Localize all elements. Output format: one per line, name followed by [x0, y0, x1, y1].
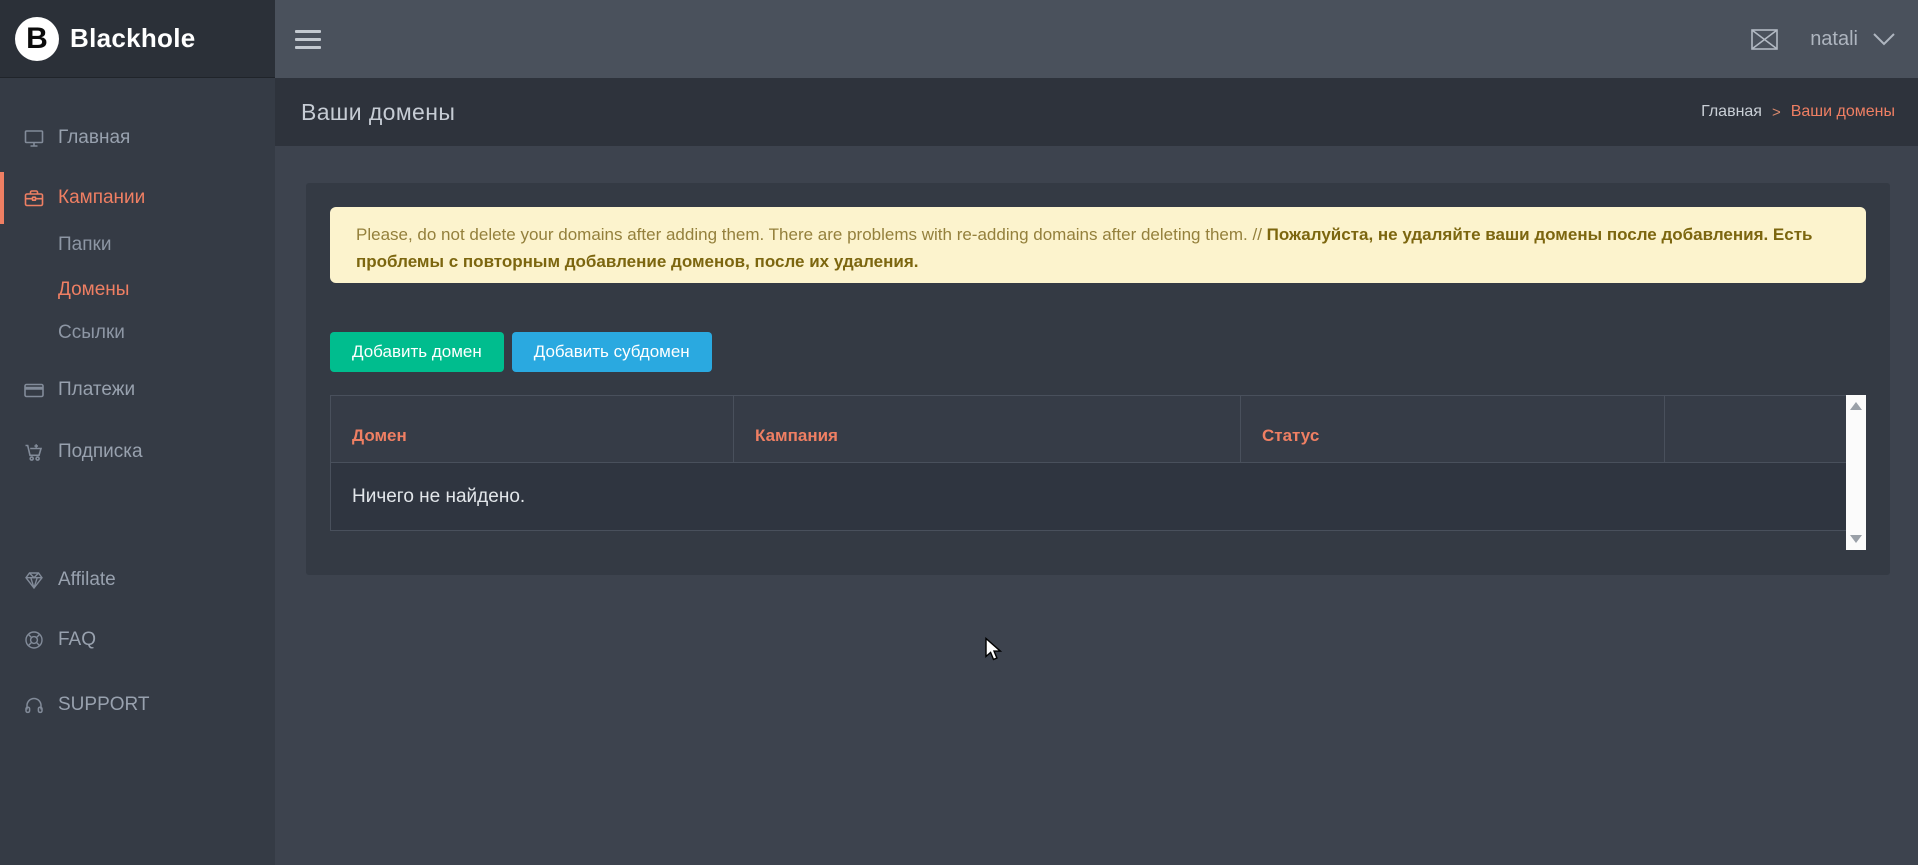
- domains-table: Домен Кампания Статус Ничего не найдено.: [330, 395, 1847, 531]
- brand-name: Blackhole: [70, 23, 196, 54]
- sidebar-item-domains[interactable]: Домены: [0, 270, 275, 310]
- username: natali: [1810, 28, 1858, 51]
- sidebar-item-label: Папки: [58, 234, 111, 256]
- sidebar-item-label: Кампании: [58, 187, 145, 209]
- sidebar-item-support[interactable]: SUPPORT: [0, 685, 275, 725]
- alert-text-en: Please, do not delete your domains after…: [356, 225, 1252, 244]
- app-root: B Blackhole Главная Кампании Папки Домен…: [0, 0, 1918, 865]
- breadcrumb-home-link[interactable]: Главная: [1701, 103, 1762, 121]
- sidebar-item-label: Affilate: [58, 569, 116, 591]
- sidebar-item-payments[interactable]: Платежи: [0, 370, 275, 410]
- content-card: Please, do not delete your domains after…: [306, 183, 1890, 575]
- briefcase-icon: [23, 187, 45, 209]
- column-header-campaign: Кампания: [734, 396, 1241, 463]
- warning-alert: Please, do not delete your domains after…: [330, 207, 1866, 283]
- topnav-right: natali: [1751, 0, 1896, 78]
- mouse-cursor: [984, 637, 1006, 663]
- headphones-icon: [23, 694, 45, 716]
- sidebar-item-label: SUPPORT: [58, 694, 150, 716]
- alert-separator: //: [1252, 225, 1266, 244]
- domains-table-wrap: Домен Кампания Статус Ничего не найдено.: [330, 395, 1866, 550]
- table-row: Ничего не найдено.: [331, 463, 1847, 531]
- brand-logo[interactable]: B Blackhole: [0, 0, 275, 78]
- mail-icon[interactable]: [1751, 29, 1778, 50]
- add-subdomain-button[interactable]: Добавить субдомен: [512, 332, 712, 372]
- table-scrollbar[interactable]: [1846, 395, 1866, 550]
- breadcrumb: Главная > Ваши домены: [1701, 103, 1895, 121]
- scroll-down-arrow-icon[interactable]: [1850, 535, 1862, 543]
- hamburger-icon[interactable]: [295, 25, 321, 53]
- add-domain-button[interactable]: Добавить домен: [330, 332, 504, 372]
- chevron-down-icon: [1872, 32, 1896, 46]
- sidebar-item-affiliate[interactable]: Affilate: [0, 560, 275, 600]
- breadcrumb-separator: >: [1772, 104, 1781, 121]
- column-header-domain: Домен: [331, 396, 734, 463]
- top-navbar: natali: [275, 0, 1918, 78]
- sidebar-item-folders[interactable]: Папки: [0, 225, 275, 265]
- page-header: Ваши домены Главная > Ваши домены: [275, 78, 1918, 146]
- sidebar-item-faq[interactable]: FAQ: [0, 620, 275, 660]
- sidebar-item-label: Платежи: [58, 379, 135, 401]
- breadcrumb-current: Ваши домены: [1791, 103, 1895, 121]
- button-row: Добавить домен Добавить субдомен: [330, 332, 1866, 372]
- sidebar-item-home[interactable]: Главная: [0, 118, 275, 158]
- sidebar: B Blackhole Главная Кампании Папки Домен…: [0, 0, 275, 865]
- sidebar-item-links[interactable]: Ссылки: [0, 313, 275, 353]
- credit-card-icon: [23, 379, 45, 401]
- sidebar-item-label: Ссылки: [58, 322, 125, 344]
- sidebar-item-label: FAQ: [58, 629, 96, 651]
- monitor-icon: [23, 127, 45, 149]
- cart-plus-icon: [23, 441, 45, 463]
- lifebuoy-icon: [23, 629, 45, 651]
- table-header-row: Домен Кампания Статус: [331, 396, 1847, 463]
- sidebar-item-label: Подписка: [58, 441, 143, 463]
- page-title: Ваши домены: [301, 99, 455, 126]
- scroll-up-arrow-icon[interactable]: [1850, 402, 1862, 410]
- empty-table-message: Ничего не найдено.: [331, 463, 1847, 531]
- column-header-actions: [1665, 396, 1847, 463]
- brand-logo-icon: B: [15, 17, 59, 61]
- sidebar-item-campaigns[interactable]: Кампании: [0, 178, 275, 218]
- user-menu[interactable]: natali: [1810, 28, 1896, 51]
- diamond-icon: [23, 569, 45, 591]
- sidebar-item-label: Домены: [58, 279, 129, 301]
- sidebar-item-subscription[interactable]: Подписка: [0, 432, 275, 472]
- column-header-status: Статус: [1241, 396, 1665, 463]
- sidebar-item-label: Главная: [58, 127, 130, 149]
